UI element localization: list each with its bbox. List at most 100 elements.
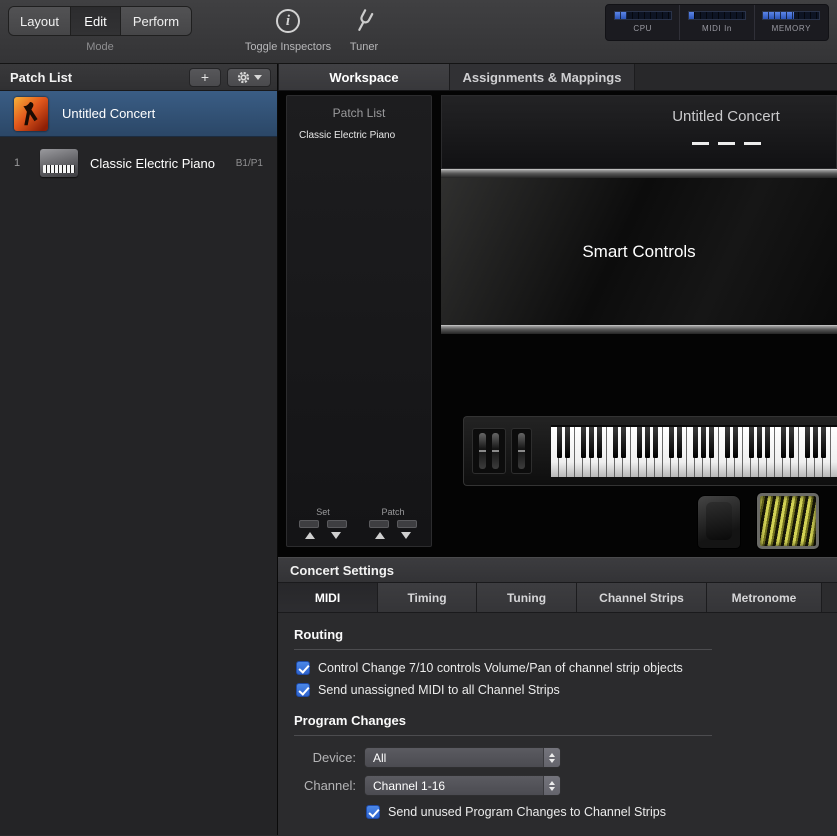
device-select-value: All bbox=[373, 750, 387, 765]
piano-black-key[interactable] bbox=[756, 427, 762, 458]
patch-number: 1 bbox=[13, 157, 21, 169]
piano-black-key[interactable] bbox=[820, 427, 826, 458]
pitch-mod-wheels[interactable] bbox=[472, 428, 506, 474]
cc-volume-pan-checkbox[interactable] bbox=[296, 661, 310, 675]
piano-black-key[interactable] bbox=[644, 427, 650, 458]
memory-meter-label: MEMORY bbox=[771, 24, 812, 33]
memory-meter: MEMORY bbox=[755, 5, 828, 40]
piano-black-key[interactable] bbox=[780, 427, 786, 458]
patch-list-header: Patch List + bbox=[0, 64, 277, 91]
send-unassigned-midi-label: Send unassigned MIDI to all Channel Stri… bbox=[318, 683, 560, 697]
mode-layout-button[interactable]: Layout bbox=[9, 7, 71, 35]
piano-black-key[interactable] bbox=[804, 427, 810, 458]
piano-black-key[interactable] bbox=[652, 427, 658, 458]
cpu-meter: CPU bbox=[606, 5, 681, 40]
mod-wheel[interactable] bbox=[492, 433, 499, 469]
channel-row: Channel: Channel 1-16 bbox=[294, 775, 821, 796]
add-patch-button[interactable]: + bbox=[189, 67, 221, 87]
piano-black-key[interactable] bbox=[764, 427, 770, 458]
send-unassigned-midi-checkbox[interactable] bbox=[296, 683, 310, 697]
piano-black-key[interactable] bbox=[596, 427, 602, 458]
smart-controls-bottom-edge bbox=[441, 325, 837, 334]
piano-black-key[interactable] bbox=[732, 427, 738, 458]
info-icon: i bbox=[276, 9, 300, 33]
expression-pedal[interactable] bbox=[697, 495, 741, 549]
cpu-meter-bar bbox=[613, 11, 672, 20]
midi-in-meter: MIDI In bbox=[680, 5, 755, 40]
piano-black-key[interactable] bbox=[676, 427, 682, 458]
mode-perform-button[interactable]: Perform bbox=[121, 7, 191, 35]
sidebar-item-untitled-concert[interactable]: Untitled Concert bbox=[0, 91, 277, 137]
piano-black-key[interactable] bbox=[748, 427, 754, 458]
send-unused-pc-checkbox[interactable] bbox=[366, 805, 380, 819]
concert-settings-title: Concert Settings bbox=[290, 562, 395, 578]
smart-controls-panel[interactable]: Smart Controls bbox=[441, 178, 837, 325]
volume-pedal[interactable] bbox=[757, 493, 819, 549]
tab-midi[interactable]: MIDI bbox=[278, 583, 378, 612]
piano-black-key[interactable] bbox=[612, 427, 618, 458]
tab-channel-strips[interactable]: Channel Strips bbox=[577, 583, 707, 612]
keyboard-layer[interactable] bbox=[463, 416, 837, 486]
sidebar-item-classic-electric-piano[interactable]: 1 Classic Electric Piano B1/P1 bbox=[0, 137, 277, 189]
piano-black-key[interactable] bbox=[564, 427, 570, 458]
patch-down-button[interactable] bbox=[397, 520, 417, 528]
piano-black-key[interactable] bbox=[580, 427, 586, 458]
tab-tuning[interactable]: Tuning bbox=[477, 583, 577, 612]
tuner-button[interactable] bbox=[345, 4, 383, 38]
workspace-concert-title: Untitled Concert bbox=[672, 108, 780, 125]
concert-header-panel[interactable]: Untitled Concert bbox=[441, 95, 837, 169]
piano-black-key[interactable] bbox=[812, 427, 818, 458]
set-down-button[interactable] bbox=[327, 520, 347, 528]
toolbar: Layout Edit Perform Mode i Toggle Inspec… bbox=[0, 0, 837, 64]
workspace-canvas[interactable]: Patch List Classic Electric Piano Set Pa… bbox=[278, 91, 837, 557]
device-select[interactable]: All bbox=[364, 747, 561, 768]
program-changes-heading: Program Changes bbox=[294, 713, 406, 728]
concert-artwork-icon bbox=[14, 96, 48, 131]
patch-list-sidebar: Patch List + Untitled Concert 1 Classic … bbox=[0, 64, 278, 835]
tab-assignments-mappings[interactable]: Assignments & Mappings bbox=[450, 64, 635, 90]
piano-black-key[interactable] bbox=[620, 427, 626, 458]
piano-black-key[interactable] bbox=[588, 427, 594, 458]
piano-keyboard[interactable] bbox=[551, 425, 837, 477]
tab-workspace[interactable]: Workspace bbox=[278, 64, 450, 90]
pitch-wheel[interactable] bbox=[479, 433, 486, 469]
channel-label: Channel: bbox=[303, 778, 356, 793]
piano-black-key[interactable] bbox=[556, 427, 562, 458]
toggle-inspectors-label: Toggle Inspectors bbox=[244, 41, 332, 53]
toggle-inspectors-group: i Toggle Inspectors bbox=[240, 4, 336, 53]
patch-name: Classic Electric Piano bbox=[90, 155, 215, 171]
arrow-down-icon bbox=[331, 532, 341, 539]
device-label: Device: bbox=[312, 750, 356, 765]
window-body: Patch List + Untitled Concert 1 Classic … bbox=[0, 64, 837, 835]
settings-tab-filler bbox=[822, 583, 837, 612]
chevron-updown-icon bbox=[543, 748, 560, 767]
tab-bar-filler bbox=[635, 64, 837, 90]
channel-select-value: Channel 1-16 bbox=[373, 778, 446, 793]
piano-black-key[interactable] bbox=[788, 427, 794, 458]
channel-select[interactable]: Channel 1-16 bbox=[364, 775, 561, 796]
workspace-patch-entry[interactable]: Classic Electric Piano bbox=[299, 130, 431, 141]
system-meters: CPU MIDI In MEMORY bbox=[605, 4, 829, 41]
action-menu-button[interactable] bbox=[227, 67, 271, 87]
workspace-patch-list-title: Patch List bbox=[332, 106, 386, 120]
tab-metronome[interactable]: Metronome bbox=[707, 583, 822, 612]
piano-black-key[interactable] bbox=[636, 427, 642, 458]
set-up-button[interactable] bbox=[299, 520, 319, 528]
cpu-meter-label: CPU bbox=[633, 24, 653, 33]
piano-black-key[interactable] bbox=[692, 427, 698, 458]
piano-black-key[interactable] bbox=[700, 427, 706, 458]
arrow-up-icon bbox=[305, 532, 315, 539]
tab-timing[interactable]: Timing bbox=[378, 583, 477, 612]
piano-black-key[interactable] bbox=[708, 427, 714, 458]
patch-up-button[interactable] bbox=[369, 520, 389, 528]
extra-wheel[interactable] bbox=[511, 428, 532, 474]
pedal-group bbox=[697, 493, 819, 549]
mode-edit-button[interactable]: Edit bbox=[71, 7, 121, 35]
smart-controls-label: Smart Controls bbox=[582, 241, 696, 261]
workspace-patch-list-panel[interactable]: Patch List Classic Electric Piano Set Pa… bbox=[286, 95, 432, 547]
set-selector-label: Set bbox=[316, 507, 330, 517]
control-wheel[interactable] bbox=[518, 433, 525, 469]
toggle-inspectors-button[interactable]: i bbox=[269, 4, 307, 38]
piano-black-key[interactable] bbox=[668, 427, 674, 458]
piano-black-key[interactable] bbox=[724, 427, 730, 458]
